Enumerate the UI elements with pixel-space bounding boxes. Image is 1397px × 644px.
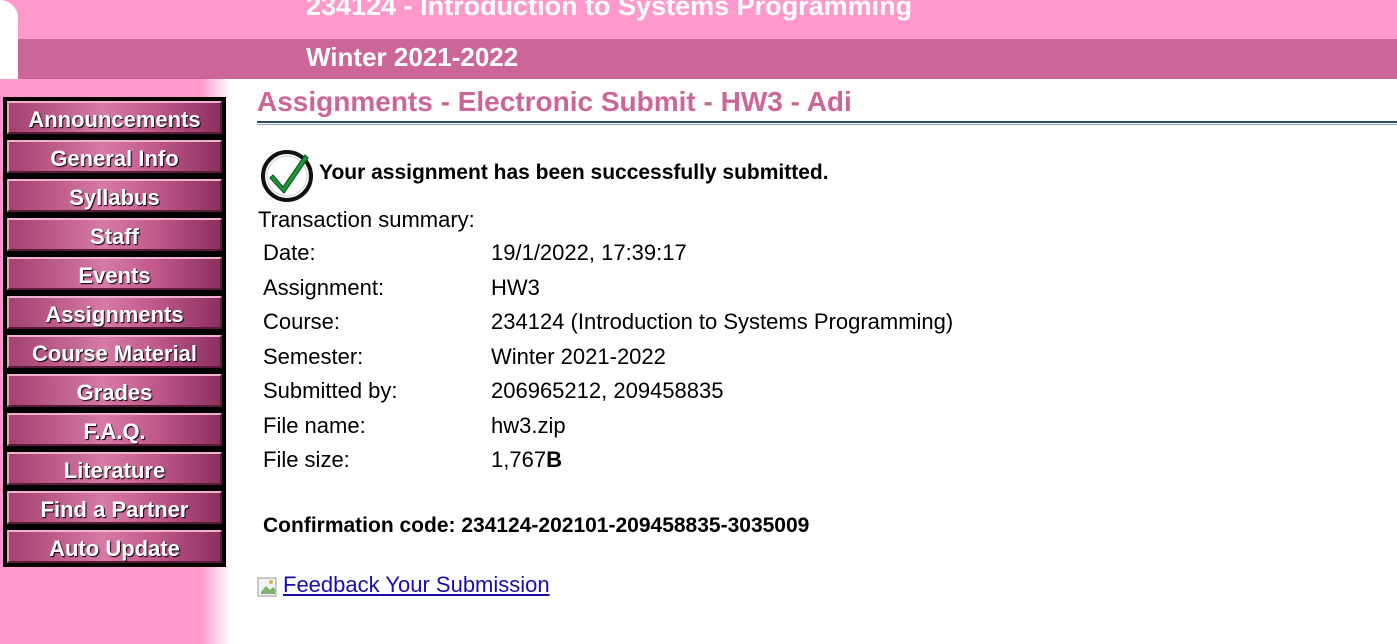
nav-item-assignments[interactable]: Assignments	[7, 296, 222, 329]
summary-value: HW3	[491, 274, 540, 300]
course-title: 234124 - Introduction to Systems Program…	[306, 0, 913, 21]
file-size-unit: B	[546, 447, 562, 472]
summary-label: File name:	[263, 412, 366, 438]
confirmation-value: 234124-202101-209458835-3035009	[461, 514, 810, 537]
summary-value: 1,767B	[491, 445, 562, 475]
nav-item-faq[interactable]: F.A.Q.	[7, 413, 222, 446]
summary-value: Winter 2021-2022	[491, 343, 666, 369]
summary-row-course: Course: 234124 (Introduction to Systems P…	[263, 307, 953, 342]
page: 234124 - Introduction to Systems Program…	[0, 0, 1397, 644]
summary-value: 19/1/2022, 17:39:17	[491, 240, 687, 265]
summary-title: Transaction summary:	[258, 207, 475, 232]
nav-item-auto-update[interactable]: Auto Update	[7, 530, 222, 563]
nav-item-grades[interactable]: Grades	[7, 374, 222, 407]
heading-divider-secondary	[257, 124, 1397, 125]
feedback-link[interactable]: Feedback Your Submission	[257, 572, 550, 597]
summary-value: 234124 (Introduction to Systems Programm…	[491, 309, 954, 334]
summary-label: Semester:	[263, 343, 364, 369]
feedback-image-alt: Feedback	[283, 572, 380, 597]
nav-item-literature[interactable]: Literature	[7, 452, 222, 485]
summary-row-file-size: File size: 1,767B	[263, 445, 953, 480]
nav-item-course-material[interactable]: Course Material	[7, 335, 222, 368]
header-corner	[0, 0, 18, 80]
sidebar-nav: Announcements General Info Syllabus Staf…	[3, 97, 226, 567]
success-message: Your assignment has been successfully su…	[319, 161, 829, 184]
summary-value: hw3.zip	[491, 412, 566, 438]
nav-item-syllabus[interactable]: Syllabus	[7, 179, 222, 212]
summary-row-submitted-by: Submitted by: 206965212, 209458835	[263, 376, 953, 411]
nav-item-staff[interactable]: Staff	[7, 218, 222, 251]
check-circle-icon	[261, 147, 317, 203]
semester-title: Winter 2021-2022	[306, 42, 519, 72]
summary-label: Course:	[263, 309, 341, 334]
page-title: Assignments - Electronic Submit - HW3 - …	[257, 86, 852, 117]
nav-item-general-info[interactable]: General Info	[7, 140, 222, 173]
summary-row-file-name: File name: hw3.zip	[263, 411, 953, 446]
confirmation-label: Confirmation code:	[263, 514, 456, 537]
summary-value: 206965212, 209458835	[491, 378, 724, 403]
summary-label: Submitted by:	[263, 378, 398, 403]
nav-item-announcements[interactable]: Announcements	[7, 101, 222, 134]
heading-divider	[257, 121, 1397, 123]
nav-item-events[interactable]: Events	[7, 257, 222, 290]
summary-row-date: Date: 19/1/2022, 17:39:17	[263, 238, 953, 273]
broken-image-icon	[257, 572, 283, 598]
file-size-number: 1,767	[491, 447, 547, 472]
feedback-link-text: Your Submission	[385, 572, 550, 597]
header-band	[0, 39, 1397, 79]
nav-item-find-a-partner[interactable]: Find a Partner	[7, 491, 222, 524]
confirmation-code: Confirmation code: 234124-202101-2094588…	[263, 514, 809, 538]
summary-label: Date:	[263, 240, 316, 265]
summary-label: File size:	[263, 447, 350, 472]
feedback-link-container: Feedback Your Submission	[257, 572, 550, 598]
summary-row-assignment: Assignment: HW3	[263, 273, 953, 308]
summary-table: Date: 19/1/2022, 17:39:17 Assignment: HW3 …	[263, 238, 953, 480]
summary-row-semester: Semester: Winter 2021-2022	[263, 342, 953, 377]
summary-label: Assignment:	[263, 274, 385, 300]
